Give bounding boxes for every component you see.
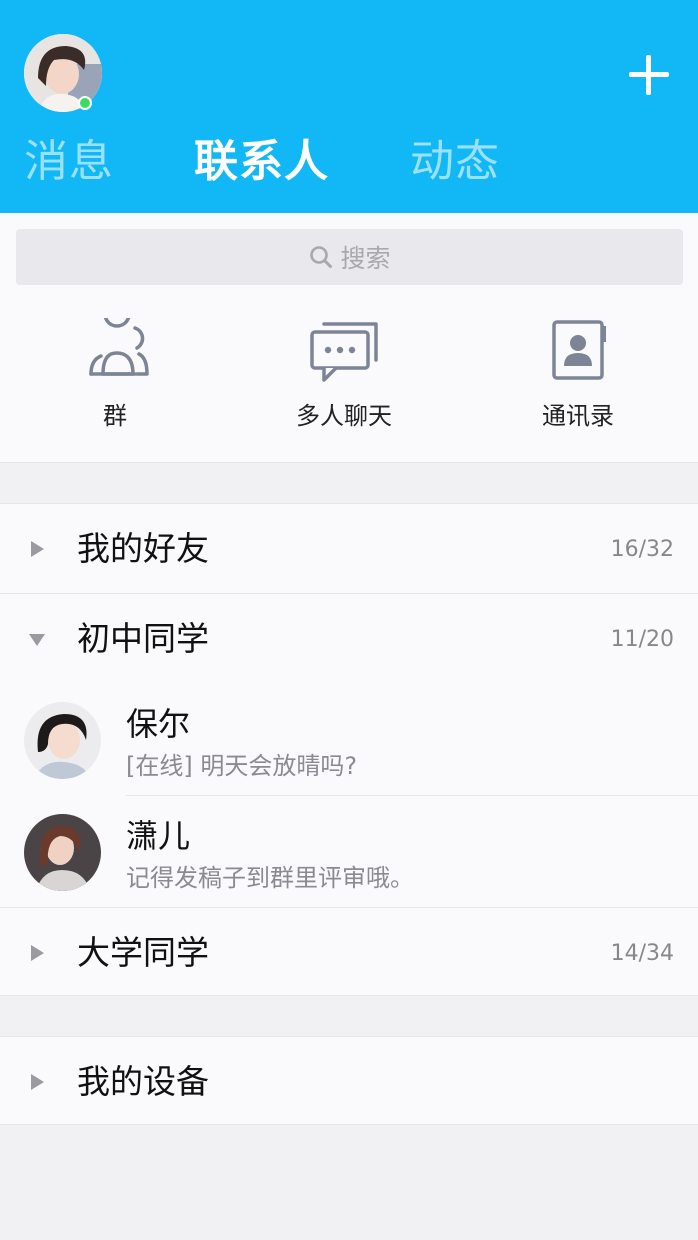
group-row-my-devices[interactable]: 我的设备 (0, 1037, 698, 1125)
address-book-label: 通讯录 (542, 402, 614, 430)
chevron-right-icon (31, 945, 44, 961)
friend-name: 保尔 (126, 705, 191, 743)
contact-groups: 我的好友 16/32 初中同学 11/20 保尔 [在线] 明天会放晴吗? 潇儿… (0, 503, 698, 996)
tab-dynamic[interactable]: 动态 (410, 132, 500, 192)
chevron-right-icon (31, 1074, 44, 1090)
chevron-right-icon (31, 541, 44, 557)
group-name: 大学同学 (77, 933, 209, 972)
avatar (24, 814, 101, 891)
group-count: 11/20 (610, 627, 674, 652)
search-area: 搜索 (0, 213, 698, 300)
group-label: 群 (103, 402, 127, 430)
friend-name: 潇儿 (126, 817, 191, 855)
tab-messages[interactable]: 消息 (24, 132, 114, 192)
avatar (24, 702, 101, 779)
multi-chat-label: 多人聊天 (296, 402, 392, 430)
search-icon (310, 246, 333, 268)
group-name: 我的设备 (77, 1062, 209, 1101)
group-row-university[interactable]: 大学同学 14/34 (0, 908, 698, 998)
friend-status: 记得发稿子到群里评审哦。 (126, 864, 414, 892)
group-row-my-friends[interactable]: 我的好友 16/32 (0, 504, 698, 594)
address-book-button[interactable]: 通讯录 (483, 318, 673, 448)
top-header: 消息 联系人 动态 (0, 0, 698, 213)
group-name: 我的好友 (77, 529, 209, 568)
friend-row-baoer[interactable]: 保尔 [在线] 明天会放晴吗? (0, 684, 698, 796)
friend-row-xiaoer[interactable]: 潇儿 记得发稿子到群里评审哦。 (0, 796, 698, 908)
group-count: 14/34 (610, 941, 674, 966)
plus-icon[interactable] (624, 50, 674, 100)
group-count: 16/32 (610, 537, 674, 562)
shortcut-bar: 群 多人聊天 通讯录 (0, 300, 698, 463)
group-icon (89, 318, 149, 376)
search-input[interactable]: 搜索 (16, 229, 683, 285)
group-button[interactable]: 群 (20, 318, 210, 448)
devices-section: 我的设备 (0, 1036, 698, 1125)
online-status-dot (78, 96, 92, 110)
chat-bubbles-icon (310, 322, 378, 382)
search-placeholder: 搜索 (340, 244, 391, 273)
search-inner: 搜索 (16, 229, 683, 285)
chevron-down-icon (29, 634, 45, 646)
group-row-middle-school[interactable]: 初中同学 11/20 (0, 594, 698, 684)
address-book-icon (552, 320, 606, 380)
friend-status: [在线] 明天会放晴吗? (126, 752, 358, 780)
tab-contacts[interactable]: 联系人 (194, 132, 329, 192)
multi-chat-button[interactable]: 多人聊天 (249, 318, 439, 448)
group-name: 初中同学 (77, 619, 209, 658)
